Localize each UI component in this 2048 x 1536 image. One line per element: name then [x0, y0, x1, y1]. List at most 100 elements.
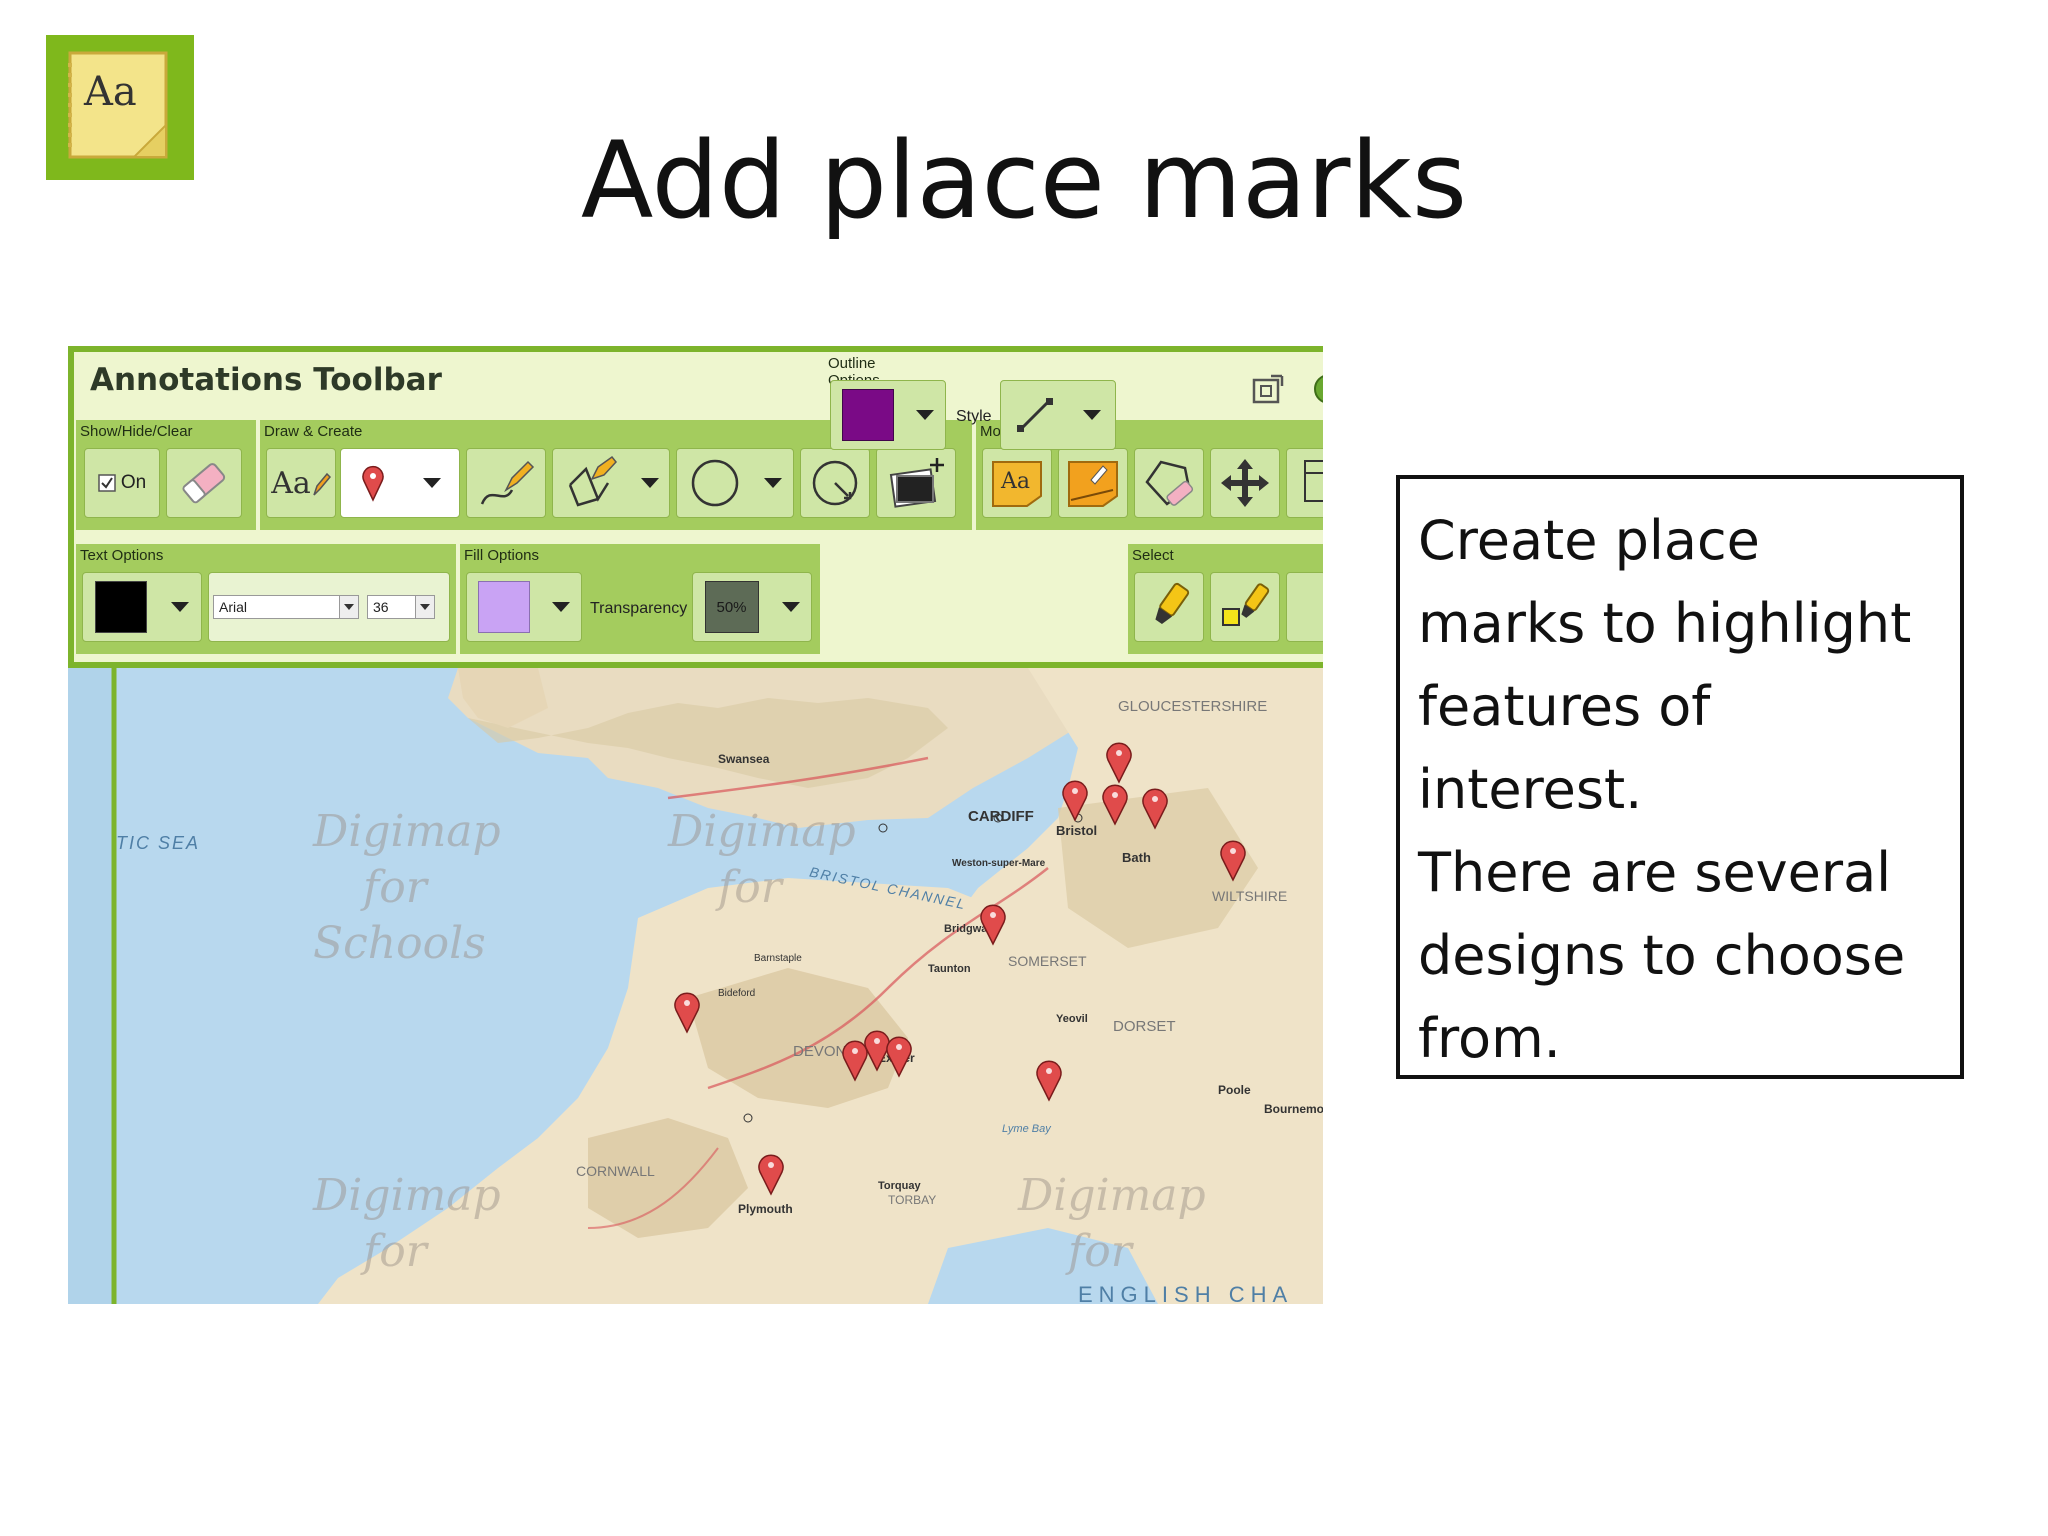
- placemark-pin[interactable]: [672, 990, 702, 1034]
- group-label: Draw & Create: [264, 423, 363, 440]
- description-line: from.: [1418, 1007, 1561, 1070]
- pencil-icon: [313, 472, 331, 496]
- polygon-tool-dropdown[interactable]: [552, 448, 670, 518]
- placemark-pin[interactable]: [1140, 786, 1170, 830]
- transparency-swatch: 50%: [704, 581, 759, 633]
- map-label-weston: Weston-super-Mare: [952, 858, 1046, 869]
- edit-text-button[interactable]: Aa: [982, 448, 1052, 518]
- map-label-poole: Poole: [1218, 1083, 1251, 1097]
- undock-icon[interactable]: [1251, 372, 1285, 406]
- map-label-torbay: TORBAY: [888, 1193, 937, 1207]
- placemark-pin[interactable]: [1218, 838, 1248, 882]
- map-label-yeovil: Yeovil: [1056, 1013, 1088, 1025]
- placemark-pin[interactable]: [1104, 740, 1134, 784]
- map-screenshot: Annotations Toolbar Show/Hide/Clear On D…: [68, 346, 1323, 1304]
- description-line: designs to choose: [1418, 924, 1906, 987]
- map-label-devon: DEVON: [793, 1043, 847, 1060]
- group-show-hide-clear: Show/Hide/Clear On: [76, 420, 256, 530]
- ruler-icon: [1068, 461, 1118, 507]
- outline-color-dropdown[interactable]: [830, 380, 946, 450]
- shape-eraser-icon: [1145, 460, 1194, 506]
- transparency-dropdown[interactable]: 50%: [692, 572, 812, 642]
- circle-tool-dropdown[interactable]: [676, 448, 794, 518]
- select-highlighter-button[interactable]: [1134, 572, 1204, 642]
- placemark-pin[interactable]: [884, 1034, 914, 1078]
- map-label-bath: Bath: [1122, 850, 1151, 865]
- fill-color-dropdown[interactable]: [466, 572, 582, 642]
- chevron-down-icon: [339, 596, 358, 618]
- placemark-tool-dropdown[interactable]: [340, 448, 460, 518]
- toggle-on-checkbox[interactable]: On: [84, 448, 160, 518]
- map-label-torquay: Torquay: [878, 1180, 921, 1192]
- placemark-pin[interactable]: [978, 902, 1008, 946]
- map-label-bideford: Bideford: [718, 988, 756, 999]
- more-modify-button[interactable]: [1286, 448, 1323, 518]
- radius-tool-button[interactable]: [800, 448, 870, 518]
- line-style-icon: [1017, 398, 1053, 432]
- line-style-dropdown[interactable]: [1000, 380, 1116, 450]
- map-label-plymouth: Plymouth: [738, 1202, 793, 1216]
- chevron-down-icon: [640, 478, 659, 488]
- watermark: Digimap for: [668, 806, 856, 913]
- more-select-button[interactable]: [1286, 572, 1323, 642]
- map-label-taunton: Taunton: [928, 963, 971, 975]
- map-label-swansea: Swansea: [718, 752, 770, 766]
- eraser-icon: [182, 463, 226, 504]
- chevron-down-icon: [764, 478, 782, 488]
- add-image-button[interactable]: [876, 448, 956, 518]
- chevron-down-icon: [552, 602, 570, 612]
- group-label: Show/Hide/Clear: [80, 423, 193, 440]
- chevron-down-icon: [422, 478, 441, 488]
- erase-shape-button[interactable]: [1134, 448, 1204, 518]
- move-button[interactable]: [1210, 448, 1280, 518]
- map-label-cornwall: CORNWALL: [576, 1163, 655, 1179]
- group-label: Fill Options: [464, 547, 540, 564]
- measure-button[interactable]: [1058, 448, 1128, 518]
- map-view[interactable]: TIC SEA BRISTOL CHANNEL CARDIFF Bristol …: [68, 668, 1323, 1304]
- placemark-pin[interactable]: [756, 1152, 786, 1196]
- description-line: interest.: [1418, 758, 1643, 821]
- text-color-swatch: [95, 581, 147, 633]
- circle-icon: [691, 459, 739, 507]
- clear-button[interactable]: [166, 448, 242, 518]
- radius-circle-icon: [812, 460, 858, 506]
- chevron-down-icon: [781, 602, 800, 612]
- edit-text-icon: Aa: [992, 461, 1042, 507]
- description-box: Create place marks to highlight features…: [1396, 475, 1964, 1079]
- text-tool-button[interactable]: Aa: [266, 448, 336, 518]
- description-line: features of: [1418, 675, 1711, 738]
- placemark-pin[interactable]: [1060, 778, 1090, 822]
- group-fill-options: Fill Options Transparency 50%: [460, 544, 820, 654]
- transparency-label: Transparency: [590, 600, 688, 617]
- font-size-select[interactable]: 36: [367, 595, 435, 619]
- checkbox-icon: [98, 474, 116, 492]
- placemark-pin[interactable]: [1100, 782, 1130, 826]
- outline-color-swatch: [842, 389, 894, 441]
- slide-title: Add place marks: [580, 119, 1468, 242]
- style-label: Style: [956, 408, 992, 425]
- map-label-dorset: DORSET: [1113, 1018, 1176, 1035]
- close-circle-icon[interactable]: [1312, 372, 1323, 406]
- map-label-cardiff: CARDIFF: [968, 808, 1034, 825]
- move-arrows-icon: [1221, 459, 1269, 507]
- map-label-bournemouth: Bournemo: [1264, 1102, 1323, 1116]
- text-color-dropdown[interactable]: [82, 572, 202, 642]
- group-label: Text Options: [80, 547, 164, 564]
- freehand-line-button[interactable]: [466, 448, 546, 518]
- map-label-bristol: Bristol: [1056, 823, 1098, 838]
- placemark-pin[interactable]: [1034, 1058, 1064, 1102]
- watermark: Digimap for: [1018, 1170, 1206, 1277]
- select-area-button[interactable]: [1210, 572, 1280, 642]
- map-label-wiltshire: WILTSHIRE: [1212, 888, 1288, 904]
- polygon-icon: [568, 455, 617, 507]
- font-size: 36: [373, 599, 389, 615]
- font-controls: Arial 36: [208, 572, 450, 642]
- font-select[interactable]: Arial: [213, 595, 359, 619]
- toolbar-title: Annotations Toolbar: [90, 362, 442, 398]
- chevron-down-icon: [415, 596, 434, 618]
- group-select: Select: [1128, 544, 1323, 654]
- chevron-down-icon: [916, 410, 934, 420]
- image-icon: [889, 458, 944, 508]
- placemark-icon: [361, 465, 384, 502]
- select-area-icon: [1222, 583, 1270, 626]
